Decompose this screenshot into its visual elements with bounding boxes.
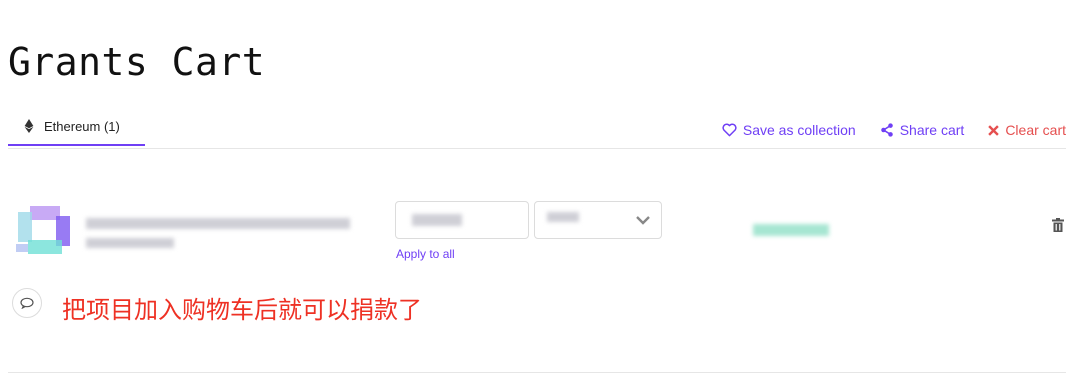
amount-input[interactable] — [395, 201, 529, 239]
apply-to-all-link[interactable]: Apply to all — [396, 247, 455, 261]
token-select[interactable] — [534, 201, 662, 239]
close-icon — [988, 124, 1000, 136]
comment-button[interactable] — [12, 288, 42, 318]
cart-tabs: Ethereum (1) Save as collection Share ca… — [8, 112, 1066, 149]
grant-title-redacted — [86, 218, 350, 229]
page-title: Grants Cart — [8, 40, 266, 84]
ethereum-icon — [24, 119, 34, 133]
save-as-collection-button[interactable]: Save as collection — [722, 122, 856, 138]
clear-cart-button[interactable]: Clear cart — [988, 122, 1066, 138]
save-as-collection-label: Save as collection — [742, 122, 856, 138]
share-cart-label: Share cart — [899, 122, 965, 138]
heart-icon — [722, 123, 737, 137]
trash-icon[interactable] — [1052, 218, 1064, 232]
converted-amount-redacted — [753, 224, 829, 236]
grant-subtitle-redacted — [86, 238, 174, 248]
grant-avatar — [12, 198, 78, 262]
share-icon — [880, 123, 893, 137]
annotation-text: 把项目加入购物车后就可以捐款了 — [62, 296, 422, 324]
clear-cart-label: Clear cart — [1005, 122, 1066, 138]
tab-ethereum[interactable]: Ethereum (1) — [8, 112, 145, 146]
comment-icon — [20, 297, 34, 309]
tab-label: Ethereum (1) — [44, 119, 120, 134]
share-cart-button[interactable]: Share cart — [880, 122, 965, 138]
divider — [8, 372, 1066, 373]
cart-actions: Save as collection Share cart Clear cart — [722, 122, 1066, 138]
chevron-down-icon — [636, 216, 650, 225]
